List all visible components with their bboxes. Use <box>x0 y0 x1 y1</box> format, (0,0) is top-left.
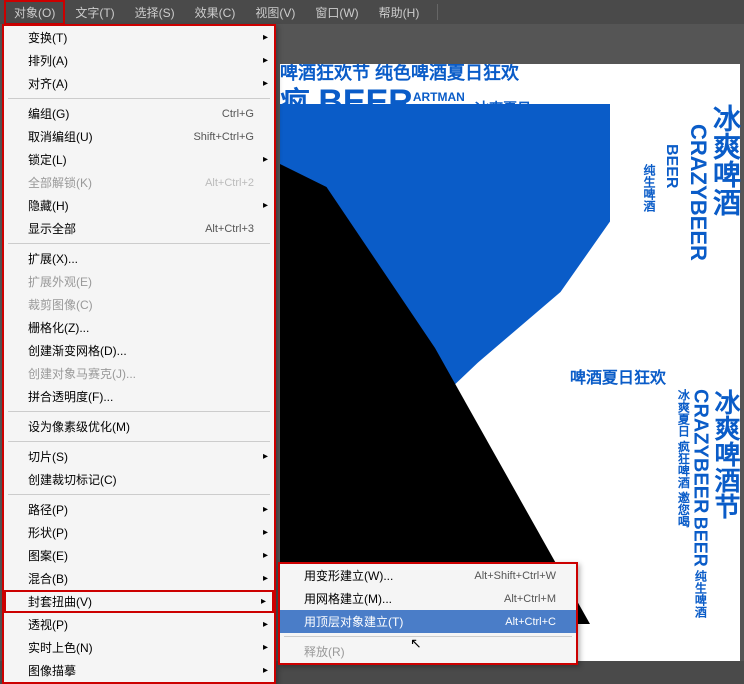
menu-pixel-perfect[interactable]: 设为像素级优化(M) <box>4 415 274 438</box>
menu-blend[interactable]: 混合(B) <box>4 567 274 590</box>
menu-slice[interactable]: 切片(S) <box>4 445 274 468</box>
menu-mosaic: 创建对象马赛克(J)... <box>4 362 274 385</box>
submenu-release: 释放(R) <box>280 640 576 663</box>
menu-text[interactable]: 文字(T) <box>65 0 124 25</box>
menu-arrange[interactable]: 排列(A) <box>4 49 274 72</box>
separator <box>8 98 270 99</box>
menu-help[interactable]: 帮助(H) <box>369 0 430 25</box>
separator <box>8 494 270 495</box>
menu-envelope-distort[interactable]: 封套扭曲(V) <box>4 590 274 613</box>
menu-live-paint[interactable]: 实时上色(N) <box>4 636 274 659</box>
menu-flatten[interactable]: 拼合透明度(F)... <box>4 385 274 408</box>
separator <box>8 243 270 244</box>
menu-image-trace[interactable]: 图像描摹 <box>4 659 274 682</box>
vertical-text-3: BEER <box>662 144 680 394</box>
menu-effect[interactable]: 效果(C) <box>185 0 246 25</box>
menubar: 对象(O) 文字(T) 选择(S) 效果(C) 视图(V) 窗口(W) 帮助(H… <box>0 0 744 24</box>
vertical-text-4: 纯生啤酒 <box>642 164 655 384</box>
menu-path[interactable]: 路径(P) <box>4 498 274 521</box>
submenu-make-mesh[interactable]: 用网格建立(M)...Alt+Ctrl+M <box>280 587 576 610</box>
menu-group[interactable]: 编组(G)Ctrl+G <box>4 102 274 125</box>
separator <box>8 441 270 442</box>
submenu-make-top-object[interactable]: 用顶层对象建立(T)Alt+Ctrl+C <box>280 610 576 633</box>
menu-object[interactable]: 对象(O) <box>4 0 65 25</box>
menu-expand-appearance: 扩展外观(E) <box>4 270 274 293</box>
menu-expand[interactable]: 扩展(X)... <box>4 247 274 270</box>
separator <box>8 411 270 412</box>
menu-pattern[interactable]: 图案(E) <box>4 544 274 567</box>
vertical-text-1: 冰爽啤酒 <box>709 104 740 404</box>
menu-select[interactable]: 选择(S) <box>125 0 185 25</box>
menu-trim-marks[interactable]: 创建裁切标记(C) <box>4 468 274 491</box>
menu-transform[interactable]: 变换(T) <box>4 26 274 49</box>
menu-lock[interactable]: 锁定(L) <box>4 148 274 171</box>
menu-hide[interactable]: 隐藏(H) <box>4 194 274 217</box>
menu-gradient-mesh[interactable]: 创建渐变网格(D)... <box>4 339 274 362</box>
menu-perspective[interactable]: 透视(P) <box>4 613 274 636</box>
menu-window[interactable]: 窗口(W) <box>305 0 368 25</box>
menu-align[interactable]: 对齐(A) <box>4 72 274 95</box>
envelope-submenu: 用变形建立(W)...Alt+Shift+Ctrl+W 用网格建立(M)...A… <box>278 562 578 665</box>
menu-crop-image: 裁剪图像(C) <box>4 293 274 316</box>
menu-show-all[interactable]: 显示全部Alt+Ctrl+3 <box>4 217 274 240</box>
separator <box>284 636 572 637</box>
menu-shape[interactable]: 形状(P) <box>4 521 274 544</box>
menu-unlock-all: 全部解锁(K)Alt+Ctrl+2 <box>4 171 274 194</box>
menu-view[interactable]: 视图(V) <box>245 0 305 25</box>
separator <box>437 4 438 20</box>
menu-rasterize[interactable]: 栅格化(Z)... <box>4 316 274 339</box>
submenu-make-warp[interactable]: 用变形建立(W)...Alt+Shift+Ctrl+W <box>280 564 576 587</box>
artwork-copy: 啤酒夏日狂欢 冰爽啤酒节 CRAZYBEER BEER 纯生啤酒 冰爽夏日 疯狂… <box>570 364 740 664</box>
menu-ungroup[interactable]: 取消编组(U)Shift+Ctrl+G <box>4 125 274 148</box>
object-menu-dropdown: 变换(T) 排列(A) 对齐(A) 编组(G)Ctrl+G 取消编组(U)Shi… <box>2 24 276 684</box>
